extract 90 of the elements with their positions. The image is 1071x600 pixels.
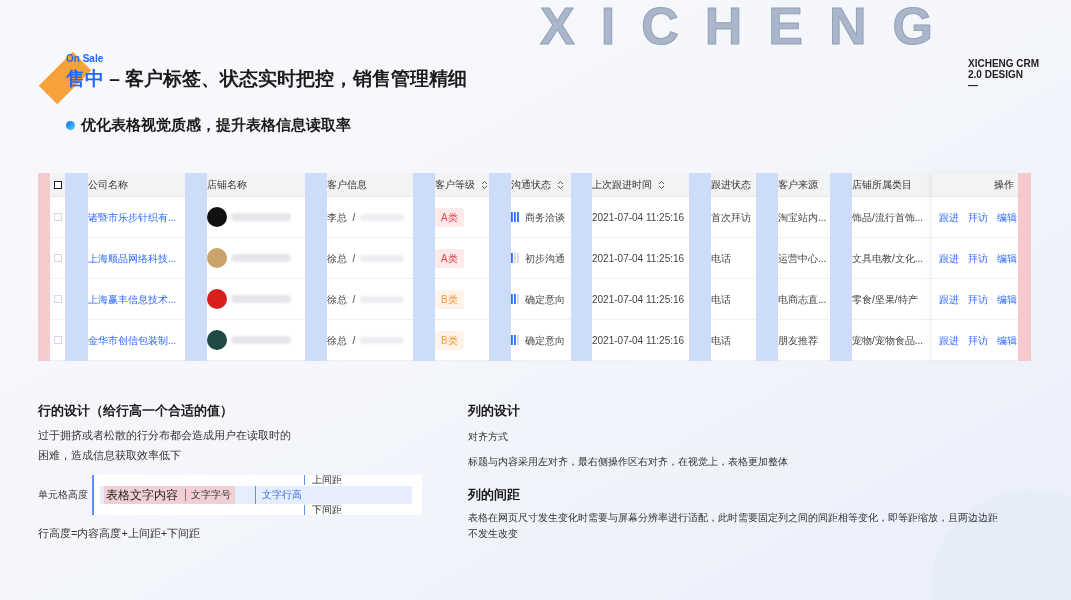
description: 标题与内容采用左对齐，最右侧操作区右对齐，在视觉上，表格更加整体	[468, 454, 788, 469]
sort-icon[interactable]	[557, 179, 564, 190]
diagram-label: 单元格高度	[38, 489, 89, 500]
source-text: 淘宝站内...	[778, 210, 827, 225]
action-link[interactable]: 跟进	[939, 291, 959, 307]
height-marker	[92, 474, 94, 515]
status-text: 确定意向	[525, 292, 565, 307]
bullet-icon	[66, 120, 75, 130]
action-link[interactable]: 跟进	[939, 250, 959, 266]
section-tag: On Sale	[66, 52, 104, 66]
font-size-marker	[185, 488, 186, 501]
column-header: 沟通状态	[511, 178, 551, 192]
status-text: 初步沟通	[525, 251, 565, 266]
line-height-marker	[255, 485, 256, 504]
signal-bars-icon	[511, 335, 519, 345]
follow-status: 电话	[711, 333, 731, 348]
signal-bars-icon	[511, 294, 519, 304]
grade-tag: A类	[435, 207, 464, 227]
action-link[interactable]: 跟进	[939, 209, 959, 225]
diagram-label: 文字行高	[262, 488, 302, 502]
column-header: 公司名称	[88, 178, 128, 192]
action-link[interactable]: 编辑	[997, 209, 1017, 225]
blurred-text	[231, 336, 291, 344]
follow-status: 首次拜访	[711, 210, 751, 225]
title-highlight: 售中	[66, 67, 104, 91]
column-header: 客户信息	[327, 178, 367, 192]
time-text: 2021-07-04 11:25:16	[592, 292, 685, 307]
source-text: 朋友推荐	[778, 333, 818, 348]
column-header: 上次跟进时间	[592, 178, 652, 192]
time-text: 2021-07-04 11:25:16	[592, 333, 685, 348]
diagram-label: 下间距	[312, 504, 342, 515]
action-link[interactable]: 拜访	[968, 209, 988, 225]
action-link[interactable]: 拜访	[968, 332, 988, 348]
column-header: 客户等级	[435, 178, 475, 192]
action-link[interactable]: 编辑	[997, 250, 1017, 266]
diagram-label: 上间距	[312, 474, 342, 485]
grade-tag: B类	[435, 289, 464, 309]
action-link[interactable]: 拜访	[968, 250, 988, 266]
brand-text: 2.0 DESIGN	[968, 69, 1024, 80]
status-text: 商务洽谈	[525, 210, 565, 225]
column-header: 店铺名称	[207, 178, 247, 192]
sort-icon[interactable]	[481, 179, 488, 190]
description: 过于拥挤或者松散的行分布都会造成用户在读取时的困难，造成信息获取效率低下	[38, 427, 292, 463]
subheading: 对齐方式	[468, 429, 508, 444]
time-text: 2021-07-04 11:25:16	[592, 210, 685, 225]
section-heading: 列的设计	[468, 402, 520, 420]
subtitle: 优化表格视觉质感，提升表格信息读取率	[81, 115, 351, 135]
blurred-text	[231, 213, 291, 221]
category-text: 饰品/流行首饰...	[852, 210, 924, 225]
description: 表格在网页尺寸发生变化时需要与屏幕分辨率进行适配，此时需要固定列之间的间距相等变化，即等距缩放，且两边边距不发生改变	[468, 511, 999, 541]
action-link[interactable]: 编辑	[997, 332, 1017, 348]
grade-tag: A类	[435, 248, 464, 268]
diagram-label: 文字字号	[191, 489, 231, 500]
sample-text: 表格文字内容	[105, 486, 179, 504]
follow-status: 电话	[711, 292, 731, 307]
signal-bars-icon	[511, 212, 519, 222]
blurred-text	[231, 254, 291, 262]
grade-tag: B类	[435, 330, 464, 350]
contact-name: 徐总 /	[327, 333, 356, 348]
source-text: 电商志直...	[778, 292, 827, 307]
action-link[interactable]: 编辑	[997, 291, 1017, 307]
column-header: 操作	[994, 178, 1014, 192]
contact-name: 李总 /	[327, 210, 356, 225]
action-link[interactable]: 拜访	[968, 291, 988, 307]
time-text: 2021-07-04 11:25:16	[592, 251, 685, 266]
section-heading: 行的设计（给行高一个合适的值）	[38, 402, 234, 420]
contact-name: 徐总 /	[327, 292, 356, 307]
category-text: 宠物/宠物食品...	[852, 333, 924, 348]
contact-name: 徐总 /	[327, 251, 356, 266]
category-text: 文具电教/文化...	[852, 251, 924, 266]
bottom-gap-marker	[304, 504, 305, 515]
sort-icon[interactable]	[658, 179, 665, 190]
signal-bars-icon	[511, 253, 519, 263]
brand-dash: —	[968, 80, 978, 91]
brand-text: XICHENG CRM	[968, 58, 1040, 69]
checkbox[interactable]	[53, 180, 62, 189]
formula-text: 行高度=内容高度+上间距+下间距	[38, 525, 202, 541]
source-text: 运营中心...	[778, 251, 827, 266]
action-link[interactable]: 跟进	[939, 332, 959, 348]
background-title: XICHENG	[540, 0, 959, 52]
follow-status: 电话	[711, 251, 731, 266]
column-header: 客户来源	[778, 178, 818, 192]
section-heading: 列的间距	[468, 485, 520, 504]
category-text: 零食/坚果/特产	[852, 292, 918, 307]
top-gap-marker	[304, 474, 305, 485]
blurred-text	[231, 295, 291, 303]
page-title: – 客户标签、状态实时把控，销售管理精细	[108, 67, 468, 91]
status-text: 确定意向	[525, 333, 565, 348]
column-header: 店铺所属类目	[852, 178, 912, 192]
column-header: 跟进状态	[711, 178, 751, 192]
